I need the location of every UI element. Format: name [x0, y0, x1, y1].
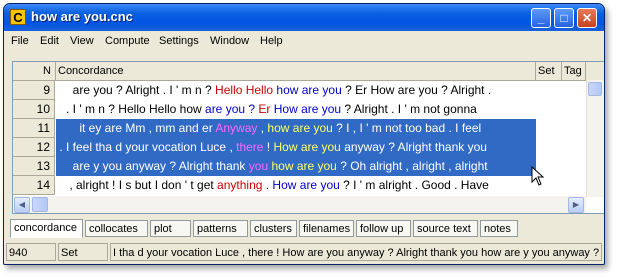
- concordance-line[interactable]: it ey are Mm , mm and er Anyway , how ar…: [56, 119, 536, 138]
- concordance-segment: ? I ' m alright . Good . Have: [339, 178, 489, 192]
- table-row[interactable]: 13 are y you anyway ? Alright thank you …: [13, 157, 586, 176]
- menu-edit[interactable]: Edit: [40, 35, 59, 47]
- column-header-tag[interactable]: Tag: [562, 62, 586, 80]
- concordance-segment: ? Er How are you ? Alright .: [341, 83, 492, 97]
- app-icon[interactable]: C: [10, 9, 26, 25]
- concordance-segment: Er: [258, 102, 271, 116]
- row-number[interactable]: 10: [13, 100, 55, 119]
- column-header-set[interactable]: Set: [536, 62, 562, 80]
- table-row[interactable]: 11 it ey are Mm , mm and er Anyway , how…: [13, 119, 586, 138]
- vertical-scroll-thumb[interactable]: [588, 82, 602, 96]
- menu-help[interactable]: Help: [260, 35, 283, 47]
- concordance-segment: how are you: [268, 159, 337, 173]
- mouse-cursor-icon: [531, 166, 545, 186]
- tab-plot[interactable]: plot: [150, 220, 191, 237]
- window-title: how are you.cnc: [31, 9, 133, 24]
- concordance-segment: Hello Hello: [215, 83, 274, 97]
- grid-header: N Concordance Set Tag: [13, 62, 604, 81]
- concordance-segment: how are you: [273, 83, 342, 97]
- concordance-segment: anyway ? Alright thank you: [340, 140, 487, 154]
- status-field: Set: [58, 243, 108, 261]
- concordance-line[interactable]: . I ' m n ? Hello Hello how are you ? Er…: [56, 100, 536, 119]
- status-context-text: I tha d your vocation Luce , there ! How…: [110, 243, 602, 261]
- menu-bar: File Edit View Compute Settings Window H…: [4, 32, 604, 52]
- concordance-grid[interactable]: N Concordance Set Tag 9 are you ? Alrigh…: [12, 61, 604, 214]
- close-button[interactable]: ✕: [577, 8, 597, 28]
- concordance-segment: anything: [217, 178, 263, 192]
- scroll-right-button[interactable]: ▶: [568, 197, 584, 213]
- concordance-segment: you: [248, 159, 269, 173]
- title-bar[interactable]: C how are you.cnc _ □ ✕: [4, 4, 604, 31]
- concordance-line[interactable]: , alright ! I s but I don ' t get anythi…: [56, 176, 536, 195]
- concordance-segment: How are you: [270, 102, 342, 116]
- tab-collocates[interactable]: collocates: [85, 220, 148, 237]
- concordance-segment: how are you: [267, 121, 333, 135]
- row-number[interactable]: 14: [13, 176, 55, 195]
- status-count: 940: [6, 243, 56, 261]
- row-number[interactable]: 13: [13, 157, 55, 176]
- row-number[interactable]: 11: [13, 119, 55, 138]
- column-header-concordance[interactable]: Concordance: [56, 62, 536, 80]
- minimize-button[interactable]: _: [531, 8, 551, 28]
- table-row[interactable]: 14 , alright ! I s but I don ' t get any…: [13, 176, 586, 195]
- status-bar: 940 Set I tha d your vocation Luce , the…: [4, 242, 604, 263]
- concordance-segment: there: [236, 140, 264, 154]
- concordance-segment: . How are you: [262, 178, 340, 192]
- tab-source-text[interactable]: source text: [413, 220, 478, 237]
- concordance-segment: ,: [257, 121, 268, 135]
- concordance-segment: . I ' m n ? Hello Hello how: [56, 102, 206, 116]
- tab-filenames[interactable]: filenames: [299, 220, 354, 237]
- column-header-n[interactable]: N: [13, 62, 56, 80]
- scroll-left-button[interactable]: ◀: [14, 197, 30, 213]
- concordance-segment: ? Alright . I ' m not gonna: [341, 102, 477, 116]
- tab-follow-up[interactable]: follow up: [356, 220, 411, 237]
- concordance-segment: are you ? Alright . I ' m n ?: [56, 83, 216, 97]
- tab-patterns[interactable]: patterns: [193, 220, 248, 237]
- tab-notes[interactable]: notes: [480, 220, 518, 237]
- tab-strip: concordance collocates plot patterns clu…: [10, 219, 602, 238]
- maximize-button[interactable]: □: [554, 8, 574, 28]
- menu-compute[interactable]: Compute: [105, 35, 150, 47]
- concordance-line[interactable]: are you ? Alright . I ' m n ? Hello Hell…: [56, 81, 536, 100]
- app-window: C how are you.cnc _ □ ✕ File Edit View C…: [3, 3, 605, 265]
- tab-concordance[interactable]: concordance: [10, 219, 83, 238]
- menu-window[interactable]: Window: [210, 35, 249, 47]
- concordance-segment: . I feel tha d your vocation Luce ,: [56, 140, 237, 154]
- vertical-scrollbar[interactable]: [586, 80, 604, 197]
- concordance-segment: are y you anyway ? Alright thank: [56, 159, 249, 173]
- concordance-line[interactable]: are y you anyway ? Alright thank you how…: [56, 157, 536, 176]
- row-number[interactable]: 9: [13, 81, 55, 100]
- concordance-segment: it ey are Mm , mm and er: [56, 121, 216, 135]
- table-row[interactable]: 10 . I ' m n ? Hello Hello how are you ?…: [13, 100, 586, 119]
- menu-view[interactable]: View: [70, 35, 94, 47]
- concordance-segment: , alright ! I s but I don ' t get: [56, 178, 218, 192]
- menu-settings[interactable]: Settings: [159, 35, 199, 47]
- concordance-segment: How are you: [273, 140, 341, 154]
- concordance-segment: are you ?: [205, 102, 259, 116]
- horizontal-scroll-thumb[interactable]: [32, 197, 48, 212]
- concordance-segment: Anyway: [215, 121, 258, 135]
- table-row[interactable]: 12 . I feel tha d your vocation Luce , t…: [13, 138, 586, 157]
- table-row[interactable]: 9 are you ? Alright . I ' m n ? Hello He…: [13, 81, 586, 100]
- menu-file[interactable]: File: [11, 35, 29, 47]
- row-number[interactable]: 12: [13, 138, 55, 157]
- concordance-line[interactable]: . I feel tha d your vocation Luce , ther…: [56, 138, 536, 157]
- concordance-segment: !: [263, 140, 274, 154]
- concordance-segment: ? Oh alright , alright , alright: [336, 159, 488, 173]
- horizontal-scrollbar[interactable]: ◀ ▶: [13, 196, 586, 213]
- tab-clusters[interactable]: clusters: [250, 220, 297, 237]
- concordance-segment: ? I , I ' m not too bad . I feel: [332, 121, 482, 135]
